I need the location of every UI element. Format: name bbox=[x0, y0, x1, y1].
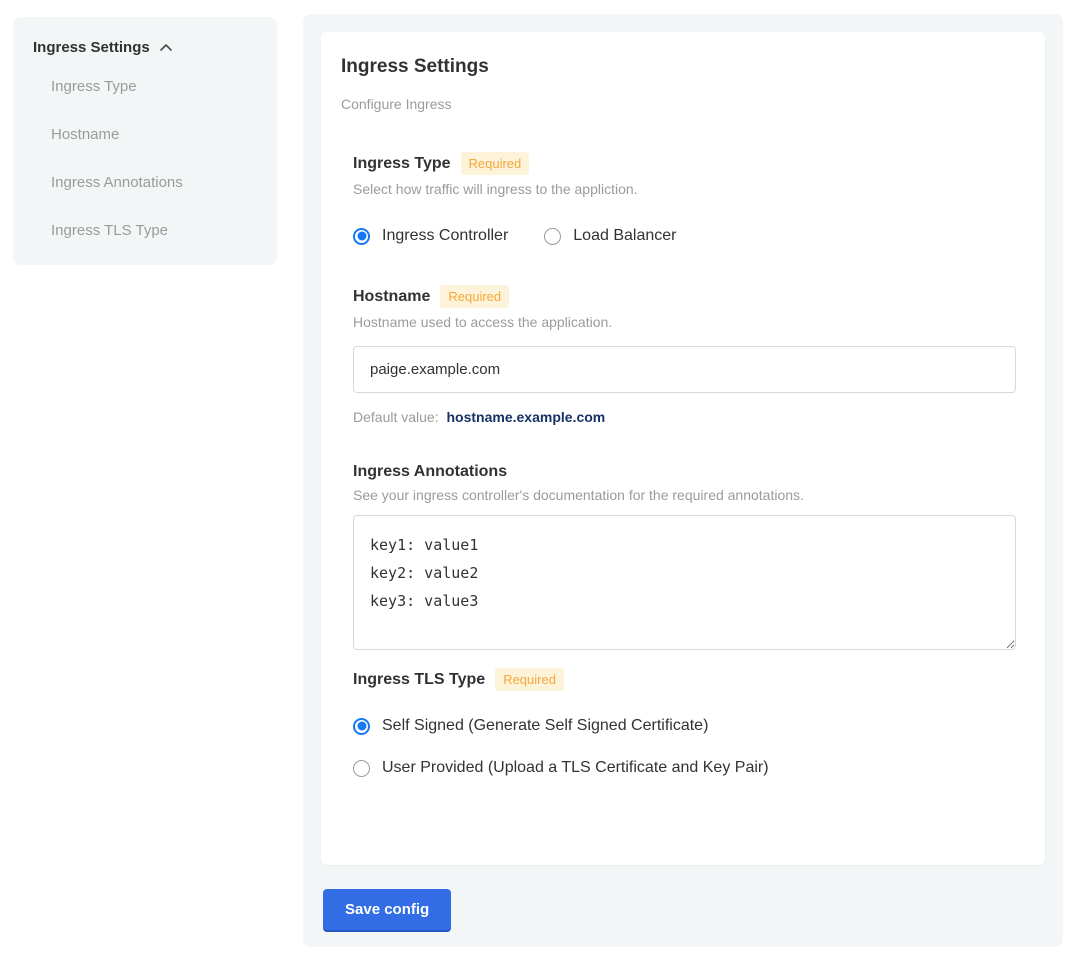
ingress-annotations-textarea[interactable]: key1: value1 key2: value2 key3: value3 bbox=[353, 515, 1016, 650]
group-ingress-tls-type: Ingress TLS Type Required Self Signed (G… bbox=[353, 668, 1025, 777]
group-label: Ingress Annotations bbox=[353, 463, 507, 481]
group-hostname: Hostname Required Hostname used to acces… bbox=[353, 285, 1025, 425]
page-subtitle: Configure Ingress bbox=[341, 96, 1025, 112]
group-ingress-type: Ingress Type Required Select how traffic… bbox=[353, 152, 1025, 245]
default-value-line: Default value: hostname.example.com bbox=[353, 409, 1025, 425]
radio-option-load-balancer[interactable]: Load Balancer bbox=[544, 227, 676, 245]
group-label: Ingress Type bbox=[353, 155, 451, 173]
sidebar-group-title: Ingress Settings bbox=[33, 39, 150, 56]
ingress-settings-card: Ingress Settings Configure Ingress Ingre… bbox=[321, 32, 1045, 865]
radio-option-self-signed[interactable]: Self Signed (Generate Self Signed Certif… bbox=[353, 717, 1025, 735]
required-badge: Required bbox=[440, 285, 509, 308]
group-label: Hostname bbox=[353, 288, 430, 306]
default-value-label: Default value: bbox=[353, 409, 439, 425]
radio-ingress-controller[interactable] bbox=[353, 228, 370, 245]
group-heading: Hostname Required bbox=[353, 285, 1025, 308]
chevron-up-icon bbox=[158, 40, 174, 56]
save-config-button[interactable]: Save config bbox=[323, 889, 451, 930]
default-value-text: hostname.example.com bbox=[447, 409, 606, 425]
page-title: Ingress Settings bbox=[341, 56, 1025, 78]
radio-label: Load Balancer bbox=[573, 227, 676, 245]
group-help-text: Select how traffic will ingress to the a… bbox=[353, 181, 1025, 197]
group-help-text: See your ingress controller's documentat… bbox=[353, 487, 1025, 503]
group-heading: Ingress Annotations bbox=[353, 463, 1025, 481]
sidebar-item-ingress-tls-type[interactable]: Ingress TLS Type bbox=[51, 212, 257, 249]
sidebar-item-ingress-annotations[interactable]: Ingress Annotations bbox=[51, 164, 257, 201]
radio-label: Self Signed (Generate Self Signed Certif… bbox=[382, 717, 708, 735]
settings-sidebar: Ingress Settings Ingress Type Hostname I… bbox=[13, 17, 277, 265]
sidebar-group-toggle[interactable]: Ingress Settings bbox=[33, 39, 257, 56]
form-groups: Ingress Type Required Select how traffic… bbox=[353, 152, 1025, 777]
radio-user-provided[interactable] bbox=[353, 760, 370, 777]
group-help-text: Hostname used to access the application. bbox=[353, 314, 1025, 330]
group-heading: Ingress Type Required bbox=[353, 152, 1025, 175]
sidebar-item-ingress-type[interactable]: Ingress Type bbox=[51, 68, 257, 105]
sidebar-item-list: Ingress Type Hostname Ingress Annotation… bbox=[33, 68, 257, 249]
radio-option-ingress-controller[interactable]: Ingress Controller bbox=[353, 227, 508, 245]
ingress-type-radio-group: Ingress Controller Load Balancer bbox=[353, 227, 1025, 245]
group-ingress-annotations: Ingress Annotations See your ingress con… bbox=[353, 463, 1025, 650]
ingress-tls-radio-group: Self Signed (Generate Self Signed Certif… bbox=[353, 717, 1025, 777]
sidebar-item-hostname[interactable]: Hostname bbox=[51, 116, 257, 153]
radio-load-balancer[interactable] bbox=[544, 228, 561, 245]
config-panel: Ingress Settings Configure Ingress Ingre… bbox=[303, 14, 1063, 947]
radio-label: Ingress Controller bbox=[382, 227, 508, 245]
required-badge: Required bbox=[461, 152, 530, 175]
radio-option-user-provided[interactable]: User Provided (Upload a TLS Certificate … bbox=[353, 759, 1025, 777]
radio-self-signed[interactable] bbox=[353, 718, 370, 735]
required-badge: Required bbox=[495, 668, 564, 691]
radio-label: User Provided (Upload a TLS Certificate … bbox=[382, 759, 769, 777]
group-label: Ingress TLS Type bbox=[353, 671, 485, 689]
hostname-input[interactable] bbox=[353, 346, 1016, 393]
group-heading: Ingress TLS Type Required bbox=[353, 668, 1025, 691]
